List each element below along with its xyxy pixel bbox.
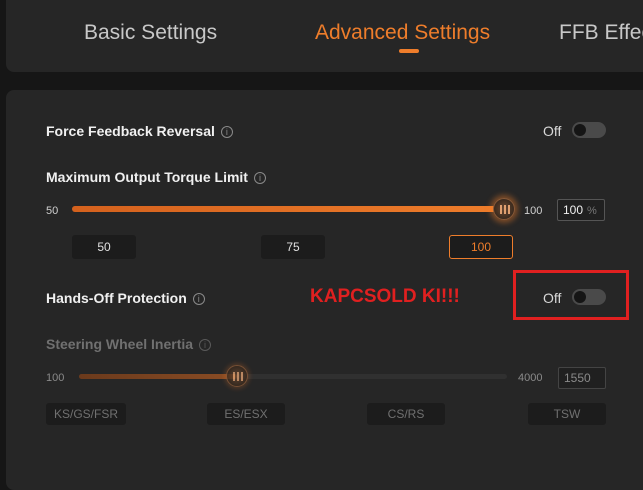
hands-off-label: Hands-Off Protection	[46, 290, 187, 306]
annotation-highlight-box	[513, 270, 629, 320]
steering-inertia-slider-thumb[interactable]	[226, 365, 248, 387]
steering-inertia-label: Steering Wheel Inertia	[46, 336, 194, 352]
inertia-preset-es-esx[interactable]: ES/ESX	[207, 403, 285, 425]
annotation-text: KAPCSOLD KI!!!	[310, 286, 460, 307]
max-torque-slider-track[interactable]	[72, 206, 504, 212]
max-torque-value-input[interactable]: 100%	[557, 199, 605, 221]
info-icon[interactable]: i	[192, 293, 205, 305]
toggle-knob	[574, 124, 586, 136]
max-torque-max: 100	[524, 205, 543, 217]
max-torque-row: Maximum Output Torque Limit i	[46, 169, 266, 185]
steering-inertia-value: 1550	[564, 371, 591, 385]
torque-preset-100[interactable]: 100	[449, 235, 513, 259]
force-feedback-reversal-row: Force Feedback Reversal i	[46, 123, 233, 139]
tab-advanced-settings[interactable]: Advanced Settings	[315, 21, 490, 45]
max-torque-unit: %	[587, 205, 597, 217]
hands-off-toggle[interactable]	[572, 289, 606, 305]
steering-inertia-slider-fill	[79, 374, 237, 379]
info-icon[interactable]: i	[253, 172, 266, 184]
info-icon[interactable]: i	[220, 126, 233, 138]
steering-inertia-slider-track[interactable]	[79, 374, 507, 379]
tab-ffb-effects[interactable]: FFB Effects	[559, 21, 643, 45]
torque-preset-75[interactable]: 75	[261, 235, 325, 259]
toggle-knob	[574, 291, 586, 303]
tab-basic-settings[interactable]: Basic Settings	[84, 21, 217, 45]
max-torque-slider-thumb[interactable]	[493, 198, 515, 220]
steering-inertia-min: 100	[46, 372, 65, 384]
force-feedback-reversal-state: Off	[543, 123, 562, 139]
active-tab-indicator	[399, 49, 419, 53]
info-icon[interactable]: i	[199, 339, 212, 351]
steering-inertia-value-input[interactable]: 1550	[558, 367, 606, 389]
inertia-preset-ks-gs-fsr[interactable]: KS/GS/FSR	[46, 403, 126, 425]
max-torque-label: Maximum Output Torque Limit	[46, 169, 248, 185]
inertia-preset-tsw[interactable]: TSW	[528, 403, 606, 425]
hands-off-row: Hands-Off Protection i	[46, 290, 205, 306]
max-torque-slider-fill	[72, 206, 504, 212]
max-torque-min: 50	[46, 205, 59, 217]
max-torque-value: 100	[563, 203, 584, 217]
steering-inertia-row: Steering Wheel Inertia i	[46, 336, 212, 352]
force-feedback-reversal-label: Force Feedback Reversal	[46, 123, 215, 139]
inertia-preset-cs-rs[interactable]: CS/RS	[367, 403, 445, 425]
force-feedback-reversal-toggle[interactable]	[572, 122, 606, 138]
steering-inertia-max: 4000	[518, 372, 543, 384]
hands-off-state: Off	[543, 290, 562, 306]
tab-bar: Basic Settings Advanced Settings FFB Eff…	[6, 0, 643, 72]
torque-preset-50[interactable]: 50	[72, 235, 136, 259]
